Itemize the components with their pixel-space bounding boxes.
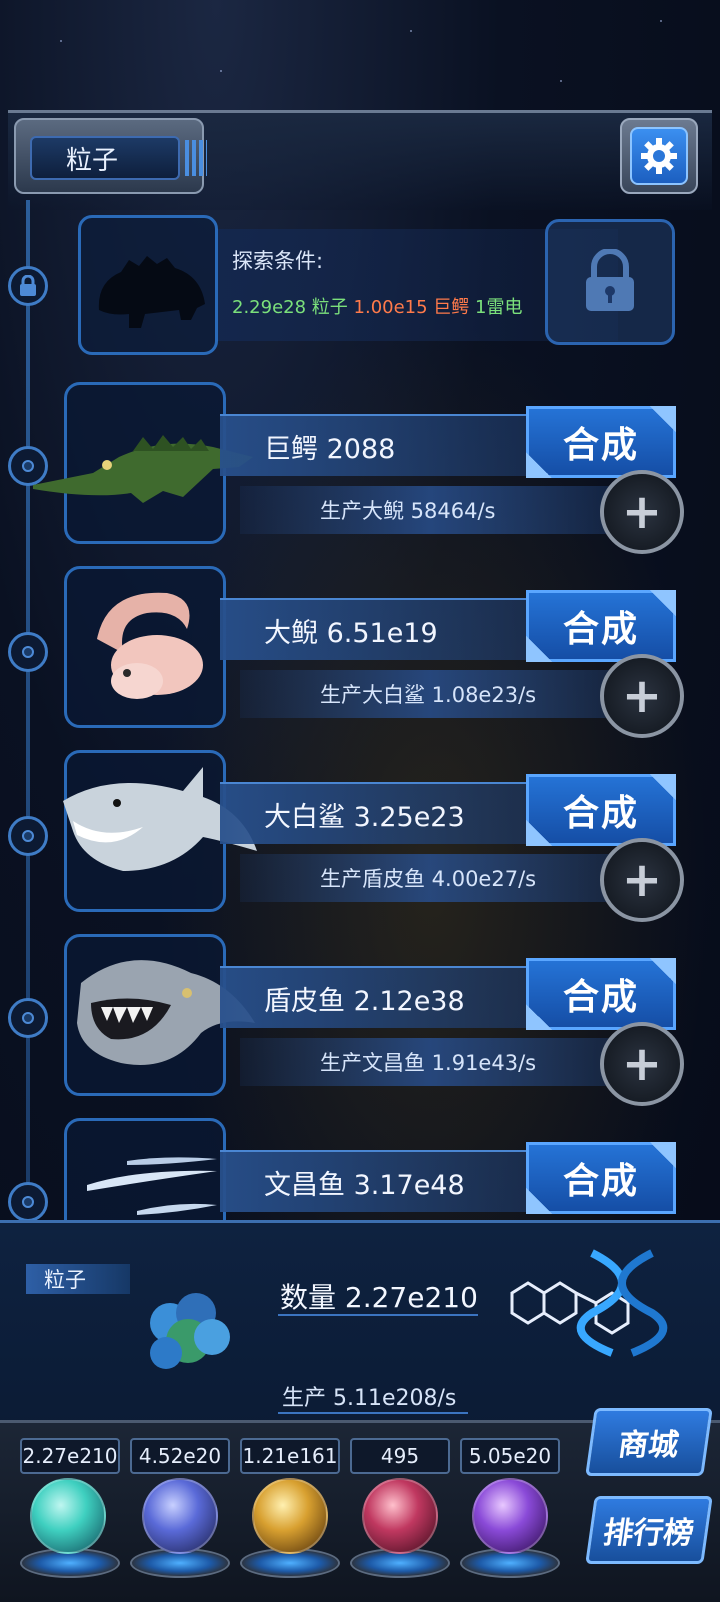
creature-portrait[interactable] bbox=[63, 750, 257, 912]
lancelet-icon bbox=[87, 1157, 217, 1215]
add-button[interactable]: + bbox=[600, 470, 684, 554]
resource-value: 5.05e20 bbox=[460, 1438, 560, 1474]
creature-name: 盾皮鱼 2.12e38 bbox=[220, 966, 540, 1028]
creature-row: 大白鲨 3.25e23 合成 生产盾皮鱼 4.00e27/s + bbox=[30, 750, 700, 922]
vortex-orb-icon[interactable] bbox=[472, 1478, 548, 1554]
plus-icon: + bbox=[621, 668, 663, 724]
salamander-icon bbox=[97, 592, 203, 699]
settings-button-face bbox=[630, 127, 688, 185]
particle-production: 生产 5.11e208/s bbox=[282, 1386, 457, 1411]
creature-name: 文昌鱼 3.17e48 bbox=[220, 1150, 540, 1212]
merge-button[interactable]: 合成 bbox=[526, 958, 676, 1030]
fire-orb-icon[interactable] bbox=[252, 1478, 328, 1554]
resource-value: 1.21e161 bbox=[240, 1438, 340, 1474]
gear-icon bbox=[641, 138, 677, 174]
ranking-button[interactable]: 排行榜 bbox=[585, 1496, 713, 1564]
creature-portrait[interactable] bbox=[64, 566, 226, 728]
circuit-line bbox=[278, 1314, 478, 1316]
settings-button[interactable] bbox=[620, 118, 698, 194]
creature-row: 巨鳄 2088 合成 生产大鲵 58464/s + bbox=[30, 382, 700, 554]
creature-portrait[interactable] bbox=[33, 382, 253, 544]
locked-creature-portrait bbox=[78, 215, 218, 355]
locked-creature-silhouette-icon bbox=[98, 256, 205, 328]
merge-button[interactable]: 合成 bbox=[526, 1142, 676, 1214]
lock-icon bbox=[20, 275, 36, 296]
merge-button[interactable]: 合成 bbox=[526, 590, 676, 662]
add-button[interactable]: + bbox=[600, 838, 684, 922]
creature-production: 生产盾皮鱼 4.00e27/s bbox=[240, 854, 620, 902]
circuit-line bbox=[278, 1412, 468, 1414]
resource-value: 495 bbox=[350, 1438, 450, 1474]
brain-orb-icon[interactable] bbox=[362, 1478, 438, 1554]
condition-thunder: 1雷电 bbox=[475, 297, 523, 318]
creature-name: 大白鲨 3.25e23 bbox=[220, 782, 540, 844]
page-title: 粒子 bbox=[30, 136, 180, 180]
locked-creature-card: 探索条件: 2.29e28 粒子 1.00e15 巨鳄 1雷电 bbox=[70, 215, 680, 355]
plus-icon: + bbox=[621, 852, 663, 908]
dna-icon bbox=[576, 1249, 668, 1357]
resource-value: 4.52e20 bbox=[130, 1438, 230, 1474]
title-stripes bbox=[185, 140, 207, 176]
creature-row: 盾皮鱼 2.12e38 合成 生产文昌鱼 1.91e43/s + bbox=[30, 934, 700, 1106]
creature-portrait[interactable] bbox=[64, 934, 255, 1096]
merge-button[interactable]: 合成 bbox=[526, 774, 676, 846]
particle-cluster-icon bbox=[150, 1293, 230, 1369]
explore-conditions: 2.29e28 粒子 1.00e15 巨鳄 1雷电 bbox=[232, 293, 522, 319]
merge-button[interactable]: 合成 bbox=[526, 406, 676, 478]
condition-crocodile: 1.00e15 巨鳄 bbox=[353, 297, 470, 318]
creature-name: 巨鳄 2088 bbox=[220, 414, 540, 476]
particle-count: 数量 2.27e210 bbox=[280, 1281, 478, 1314]
explore-conditions-label: 探索条件: bbox=[232, 249, 324, 273]
creature-row: 大鲵 6.51e19 合成 生产大白鲨 1.08e23/s + bbox=[30, 566, 700, 738]
particle-panel-label: 粒子 bbox=[26, 1264, 130, 1294]
plus-icon: + bbox=[621, 484, 663, 540]
add-button[interactable]: + bbox=[600, 654, 684, 738]
particle-orb-icon[interactable] bbox=[30, 1478, 106, 1554]
padlock-icon bbox=[586, 249, 634, 311]
shop-button[interactable]: 商城 bbox=[585, 1408, 713, 1476]
resource-value: 2.27e210 bbox=[20, 1438, 120, 1474]
creature-name: 大鲵 6.51e19 bbox=[220, 598, 540, 660]
unlock-button[interactable] bbox=[545, 219, 675, 345]
creature-production: 生产大白鲨 1.08e23/s bbox=[240, 670, 620, 718]
lightning-orb-icon[interactable] bbox=[142, 1478, 218, 1554]
rail-lock-node bbox=[8, 266, 48, 306]
creature-production: 生产大鲵 58464/s bbox=[240, 486, 620, 534]
plus-icon: + bbox=[621, 1036, 663, 1092]
add-button[interactable]: + bbox=[600, 1022, 684, 1106]
creature-production: 生产文昌鱼 1.91e43/s bbox=[240, 1038, 620, 1086]
condition-particle: 2.29e28 粒子 bbox=[232, 297, 348, 318]
